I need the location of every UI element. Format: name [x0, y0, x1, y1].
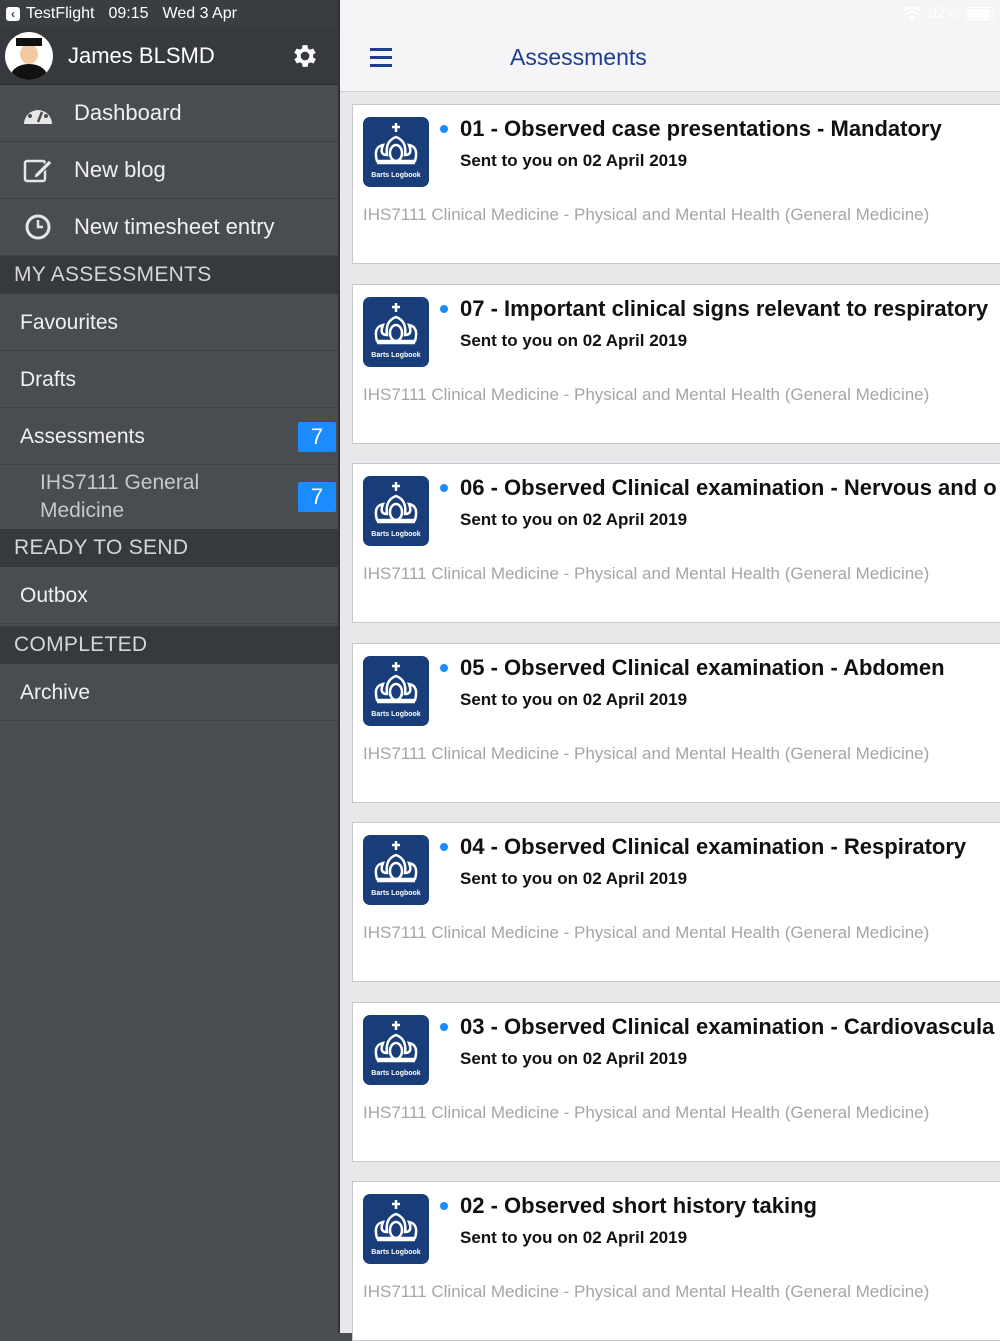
- assessment-card[interactable]: Barts Logbook 06 - Observed Clinical exa…: [352, 463, 1000, 623]
- assessment-card[interactable]: Barts Logbook 03 - Observed Clinical exa…: [352, 1001, 1000, 1162]
- unread-dot-icon: [440, 1022, 448, 1031]
- barts-logbook-logo-icon: Barts Logbook: [363, 296, 429, 367]
- card-title: 05 - Observed Clinical examination - Abd…: [460, 654, 945, 680]
- unread-dot-icon: [440, 304, 448, 313]
- card-module: IHS7111 Clinical Medicine - Physical and…: [363, 1102, 930, 1122]
- barts-logbook-logo-icon: Barts Logbook: [363, 117, 429, 187]
- nav-dashboard-label: Dashboard: [74, 100, 182, 125]
- card-module: IHS7111 Clinical Medicine - Physical and…: [363, 743, 930, 763]
- card-sent-date: Sent to you on 02 April 2019: [460, 510, 688, 529]
- logo-text: Barts Logbook: [371, 352, 420, 359]
- sidebar-item-module[interactable]: IHS7111 General Medicine 7: [0, 466, 338, 528]
- clock-icon: [20, 209, 56, 245]
- assessment-card[interactable]: Barts Logbook 05 - Observed Clinical exa…: [352, 642, 1000, 803]
- card-sent-date: Sent to you on 02 April 2019: [460, 689, 688, 709]
- card-sent-date: Sent to you on 02 April 2019: [460, 330, 688, 350]
- battery-icon: [966, 7, 994, 20]
- section-my-assessments: MY ASSESSMENTS: [0, 256, 338, 294]
- barts-logbook-logo-icon: Barts Logbook: [363, 476, 429, 546]
- card-module: IHS7111 Clinical Medicine - Physical and…: [363, 1282, 930, 1301]
- battery-percent: 92%: [927, 4, 960, 22]
- card-title: 06 - Observed Clinical examination - Ner…: [460, 475, 997, 500]
- wifi-icon: [902, 6, 922, 20]
- card-module: IHS7111 Clinical Medicine - Physical and…: [363, 923, 930, 942]
- page-title: Assessments: [510, 44, 647, 70]
- barts-logbook-logo-icon: Barts Logbook: [363, 835, 429, 905]
- header-bar: 92% Assessments: [340, 0, 1000, 92]
- favourites-label: Favourites: [20, 310, 119, 334]
- status-time: 09:15: [108, 4, 149, 22]
- barts-logbook-logo-icon: Barts Logbook: [363, 1194, 429, 1264]
- logo-text: Barts Logbook: [371, 1249, 420, 1256]
- card-title: 04 - Observed Clinical examination - Res…: [460, 834, 967, 859]
- logo-text: Barts Logbook: [371, 531, 420, 538]
- card-module: IHS7111 Clinical Medicine - Physical and…: [363, 564, 930, 583]
- assessments-count-badge: 7: [298, 422, 336, 452]
- drafts-label: Drafts: [20, 367, 77, 391]
- unread-dot-icon: [440, 484, 448, 492]
- card-module: IHS7111 Clinical Medicine - Physical and…: [363, 384, 930, 404]
- unread-dot-icon: [440, 125, 448, 133]
- nav-dashboard[interactable]: Dashboard: [0, 85, 338, 142]
- status-bar-left: ‹ TestFlight 09:15 Wed 3 Apr: [0, 0, 338, 27]
- back-app-label[interactable]: TestFlight: [26, 5, 94, 23]
- sidebar-item-assessments[interactable]: Assessments 7: [0, 409, 338, 465]
- nav-new-blog-label: New blog: [74, 157, 166, 182]
- sidebar-item-outbox[interactable]: Outbox: [0, 568, 338, 624]
- card-sent-date: Sent to you on 02 April 2019: [460, 1228, 688, 1247]
- logo-text: Barts Logbook: [371, 172, 420, 179]
- card-module: IHS7111 Clinical Medicine - Physical and…: [363, 205, 930, 224]
- assessment-card[interactable]: Barts Logbook 04 - Observed Clinical exa…: [352, 822, 1000, 982]
- avatar[interactable]: [5, 31, 53, 80]
- sidebar-item-favourites[interactable]: Favourites: [0, 295, 338, 351]
- card-sent-date: Sent to you on 02 April 2019: [460, 151, 688, 170]
- main-panel: 92% Assessments Barts Logbook 01 - Obser…: [338, 0, 1000, 1341]
- nav-new-blog[interactable]: New blog: [0, 142, 338, 199]
- card-title: 02 - Observed short history taking: [460, 1193, 817, 1218]
- dashboard-gauge-icon: [20, 95, 56, 131]
- status-date: Wed 3 Apr: [162, 4, 237, 22]
- profile-name: James BLSMD: [68, 42, 215, 68]
- barts-logbook-logo-icon: Barts Logbook: [363, 655, 429, 726]
- nav-new-timesheet[interactable]: New timesheet entry: [0, 199, 338, 256]
- sidebar-item-drafts[interactable]: Drafts: [0, 352, 338, 408]
- assessment-card[interactable]: Barts Logbook 02 - Observed short histor…: [352, 1181, 1000, 1341]
- unread-dot-icon: [440, 1202, 448, 1210]
- sidebar: ‹ TestFlight 09:15 Wed 3 Apr James BLSMD…: [0, 0, 338, 1333]
- settings-gear-icon[interactable]: [290, 41, 320, 71]
- sidebar-item-archive[interactable]: Archive: [0, 665, 338, 721]
- outbox-label: Outbox: [20, 583, 88, 607]
- status-bar-right: 92%: [902, 0, 1000, 27]
- assessment-card[interactable]: Barts Logbook 01 - Observed case present…: [352, 104, 1000, 264]
- card-title: 01 - Observed case presentations - Manda…: [460, 116, 942, 141]
- section-completed: COMPLETED: [0, 626, 338, 664]
- unread-dot-icon: [440, 663, 448, 672]
- archive-label: Archive: [20, 680, 91, 704]
- assessments-label: Assessments: [20, 424, 145, 448]
- card-sent-date: Sent to you on 02 April 2019: [460, 1048, 688, 1068]
- unread-dot-icon: [440, 843, 448, 851]
- profile-bar: James BLSMD: [0, 27, 338, 85]
- card-sent-date: Sent to you on 02 April 2019: [460, 869, 688, 888]
- module-label: IHS7111 General Medicine: [40, 471, 200, 522]
- back-to-app-icon[interactable]: ‹: [6, 6, 20, 21]
- menu-hamburger-icon[interactable]: [370, 48, 392, 68]
- card-title: 07 - Important clinical signs relevant t…: [460, 295, 989, 321]
- logo-text: Barts Logbook: [371, 711, 420, 718]
- nav-new-timesheet-label: New timesheet entry: [74, 214, 275, 239]
- edit-pencil-icon: [20, 152, 56, 188]
- logo-text: Barts Logbook: [371, 890, 420, 897]
- card-title: 03 - Observed Clinical examination - Car…: [460, 1013, 995, 1039]
- logo-text: Barts Logbook: [371, 1070, 420, 1077]
- barts-logbook-logo-icon: Barts Logbook: [363, 1014, 429, 1085]
- assessment-card[interactable]: Barts Logbook 07 - Important clinical si…: [352, 283, 1000, 444]
- module-count-badge: 7: [298, 482, 336, 512]
- section-ready-to-send: READY TO SEND: [0, 529, 338, 567]
